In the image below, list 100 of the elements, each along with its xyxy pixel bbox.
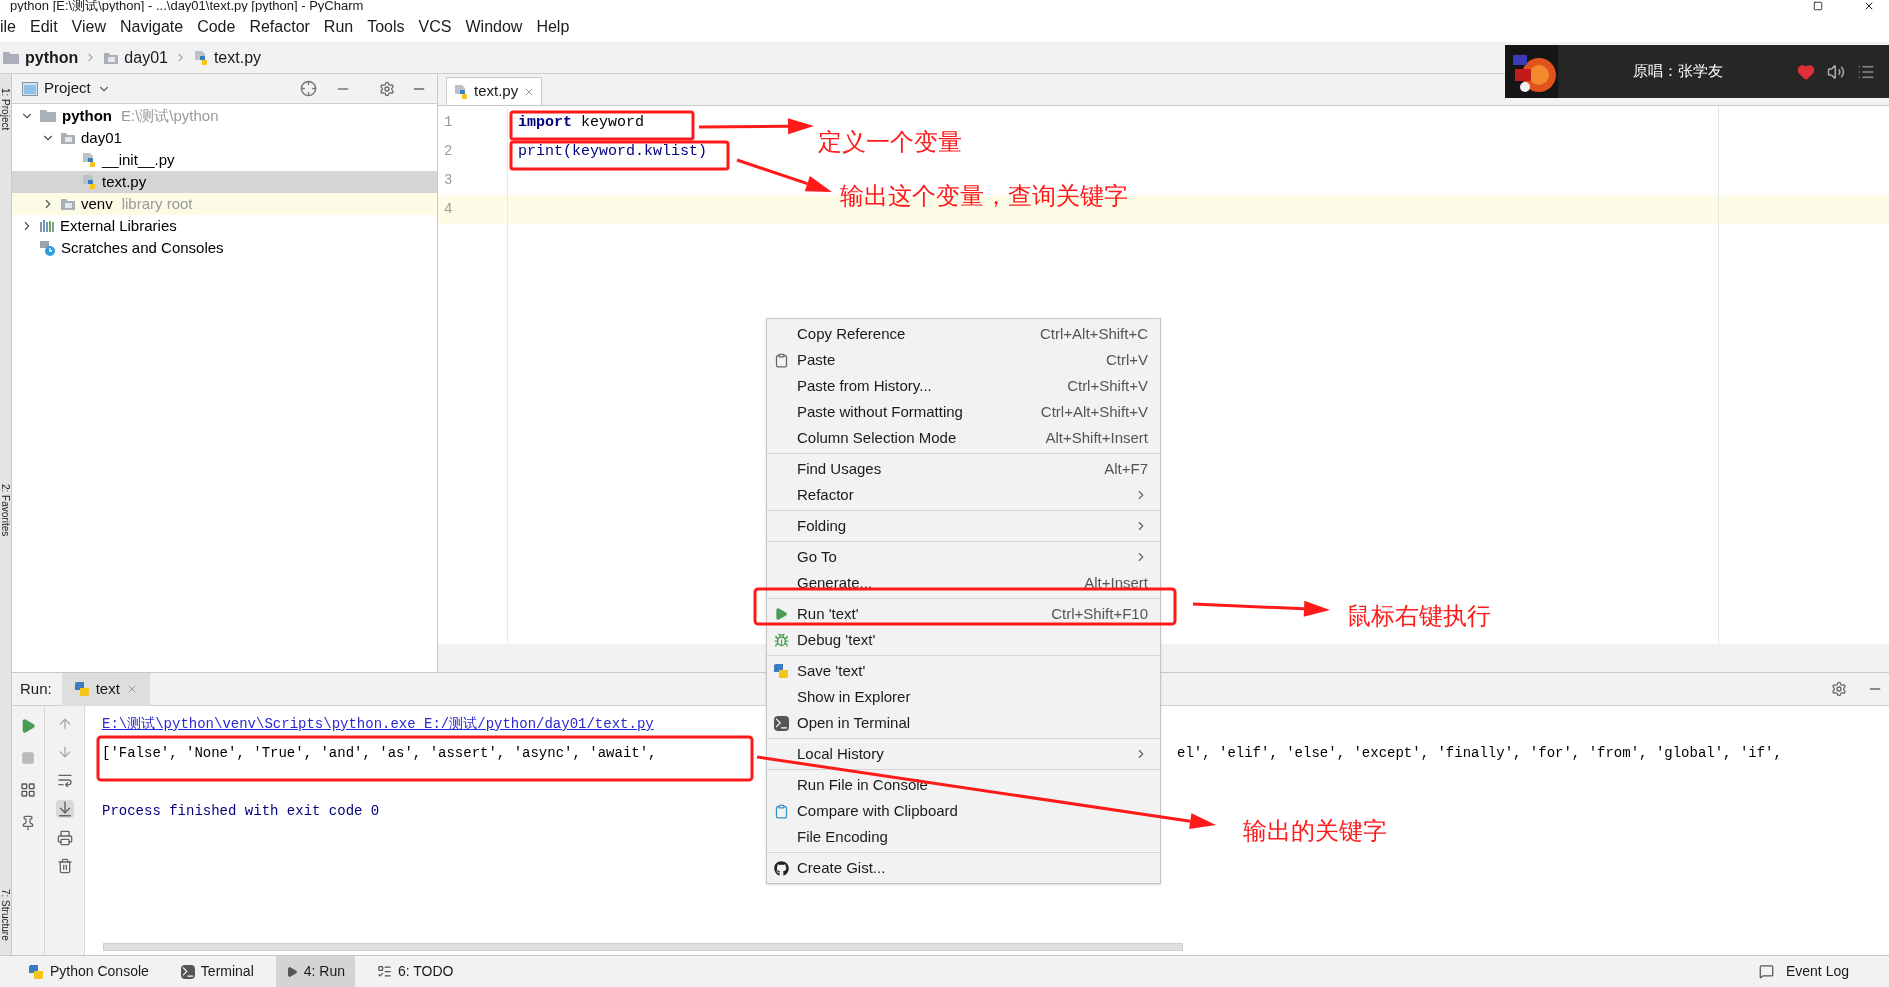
tree-item[interactable]: python E:\测试\python (12, 105, 437, 127)
annotation-text: 定义一个变量 (818, 127, 962, 157)
menu-item[interactable]: Navigate (113, 15, 191, 39)
python-icon (773, 663, 789, 679)
annotation-text: 输出的关键字 (1243, 816, 1387, 846)
menu-item[interactable]: Paste without Formatting Ctrl+Alt+Shift+V (767, 399, 1160, 425)
tree-label: text.py (102, 171, 147, 192)
code-token: print(keyword.kwlist) (518, 143, 708, 160)
run-icon (774, 607, 788, 621)
python-file-icon (81, 152, 97, 168)
tree-item[interactable]: External Libraries (12, 215, 437, 237)
menu-item[interactable]: Code (190, 15, 243, 39)
menu-item[interactable]: Local History (767, 741, 1160, 767)
menu-item[interactable]: Create Gist... (767, 855, 1160, 881)
menu-item[interactable]: Folding (767, 513, 1160, 539)
folder-icon (103, 50, 120, 65)
tree-item[interactable]: venv library root (12, 193, 437, 215)
menu-item[interactable]: Refactor (242, 15, 317, 39)
menu-item[interactable]: Column Selection Mode Alt+Shift+Insert (767, 425, 1160, 451)
tree-item[interactable]: text.py (12, 171, 437, 193)
debug-icon (773, 632, 789, 648)
run-icon[interactable] (20, 718, 36, 734)
breadcrumb[interactable]: day01 (103, 45, 168, 70)
soft-wrap-icon[interactable] (56, 772, 73, 788)
menu-item[interactable]: Go To (767, 544, 1160, 570)
breadcrumb[interactable]: text.py (192, 45, 262, 70)
tree-item[interactable]: __init__.py (12, 149, 437, 171)
menu-item[interactable]: Run File in Console (767, 772, 1160, 798)
tree-hint: library root (121, 193, 193, 214)
scroll-to-end-icon[interactable] (55, 800, 74, 818)
menu-shortcut: Ctrl+Alt+Shift+V (1040, 401, 1148, 422)
menu-item[interactable]: Run (316, 15, 361, 39)
menu-item[interactable]: Copy Reference Ctrl+Alt+Shift+C (767, 321, 1160, 347)
menu-item[interactable]: ile (0, 15, 23, 39)
tool-window-button[interactable]: 6: TODO (367, 955, 464, 987)
menu-item[interactable]: VCS (411, 15, 459, 39)
close-icon[interactable] (1863, 0, 1875, 12)
panel-title: Project (44, 78, 91, 99)
run-label: Run: (20, 678, 52, 699)
event-log-button[interactable]: Event Log (1785, 961, 1849, 982)
tree-label: __init__.py (102, 149, 175, 170)
locate-icon[interactable] (300, 80, 317, 97)
console-output: ['False', 'None', 'True', 'and', 'as', 'assert', 'async', 'await', (102, 745, 657, 761)
menu-item[interactable]: Edit (23, 15, 65, 39)
menu-item[interactable]: Paste Ctrl+V (767, 347, 1160, 373)
pin-icon[interactable] (20, 815, 36, 831)
folder-icon (60, 197, 76, 211)
tree-label: day01 (81, 127, 122, 148)
menu-shortcut: Ctrl+V (1105, 349, 1148, 370)
song-credit: 原唱：张学友 (1631, 61, 1724, 82)
volume-icon[interactable] (1827, 62, 1845, 81)
layout-icon[interactable] (20, 782, 36, 798)
print-icon[interactable] (56, 830, 73, 846)
scratch-clock-icon (39, 239, 56, 257)
tool-window-button[interactable]: 4: Run (275, 955, 355, 987)
folder-icon (60, 131, 76, 145)
menu-shortcut: Ctrl+Shift+F10 (1051, 603, 1148, 624)
menu-shortcut: Alt+F7 (1104, 458, 1148, 479)
menu-item[interactable]: View (64, 15, 113, 39)
annotation-text: 输出这个变量，查询关键字 (840, 181, 1128, 211)
line-number: 1 (438, 108, 508, 137)
python-file-icon (453, 83, 469, 100)
menu-shortcut: Ctrl+Shift+V (1067, 375, 1148, 396)
menu-item[interactable]: Paste from History... Ctrl+Shift+V (767, 373, 1160, 399)
menu-shortcut: Alt+Shift+Insert (1045, 427, 1148, 448)
tool-window-tab[interactable]: 7: Structure (0, 889, 11, 941)
tree-item[interactable]: day01 (12, 127, 437, 149)
menu-item[interactable]: Run 'text' Ctrl+Shift+F10 (767, 601, 1160, 627)
editor-tab[interactable]: text.py (446, 77, 543, 105)
library-icon (39, 219, 55, 233)
menu-item[interactable]: File Encoding (767, 824, 1160, 850)
menu-item[interactable]: Open in Terminal (767, 710, 1160, 736)
menu-item[interactable]: Compare with Clipboard (767, 798, 1160, 824)
heart-icon[interactable] (1797, 62, 1815, 81)
run-tab[interactable]: text (61, 672, 150, 706)
folder-icon (39, 109, 57, 123)
menu-item[interactable]: Window (458, 15, 530, 39)
menu-item[interactable]: Show in Explorer (767, 684, 1160, 710)
tree-hint: E:\测试\python (121, 105, 219, 126)
menu-item[interactable]: Refactor (767, 482, 1160, 508)
horizontal-scrollbar[interactable] (103, 943, 1183, 951)
breadcrumb[interactable]: python (2, 45, 79, 70)
menu-item[interactable]: Help (529, 15, 577, 39)
tree-item[interactable]: Scratches and Consoles (12, 237, 437, 259)
settings-icon[interactable] (1831, 681, 1847, 697)
python-icon (28, 963, 44, 980)
menu-item[interactable]: Find Usages Alt+F7 (767, 456, 1160, 482)
menu-item[interactable]: Generate... Alt+Insert (767, 570, 1160, 596)
restore-icon[interactable] (1813, 1, 1823, 11)
project-panel-icon (22, 81, 38, 96)
tool-window-button[interactable]: Terminal (170, 955, 264, 987)
trash-icon[interactable] (56, 858, 73, 874)
event-log-icon[interactable] (1758, 964, 1774, 979)
tool-window-tab[interactable]: 1: Project (0, 88, 11, 131)
menu-item[interactable]: Save 'text' (767, 658, 1160, 684)
tool-window-button[interactable]: Python Console (18, 955, 159, 987)
settings-icon[interactable] (379, 80, 395, 97)
menu-item[interactable]: Tools (360, 15, 412, 39)
menu-item[interactable]: Debug 'text' (767, 627, 1160, 653)
tool-window-tab[interactable]: 2: Favorites (0, 483, 11, 536)
